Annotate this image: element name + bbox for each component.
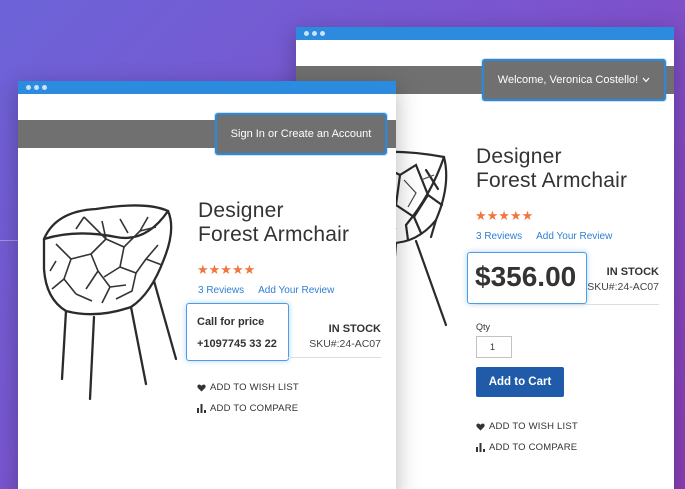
window-dot[interactable]: [312, 31, 317, 36]
welcome-menu[interactable]: Welcome, Veronica Costello!: [482, 59, 666, 101]
titlebar: [18, 81, 396, 94]
add-review-link[interactable]: Add Your Review: [258, 285, 334, 296]
sign-in-link[interactable]: Sign In or Create an Account: [215, 113, 387, 155]
wish-list-label: ADD TO WISH LIST: [210, 382, 299, 393]
reviews-link[interactable]: 3 Reviews: [198, 285, 244, 296]
wish-list-label: ADD TO WISH LIST: [489, 421, 578, 432]
product-title-line2: Forest Armchair: [198, 223, 350, 246]
window-dot[interactable]: [320, 31, 325, 36]
titlebar: [296, 27, 674, 40]
sku: SKU#:24-AC07: [309, 338, 381, 350]
heart-icon: [197, 383, 206, 392]
window-dot[interactable]: [304, 31, 309, 36]
bar-chart-icon: [197, 404, 206, 413]
window-dot[interactable]: [26, 85, 31, 90]
divider: [288, 357, 381, 358]
add-to-wish-list-link[interactable]: ADD TO WISH LIST: [476, 421, 578, 432]
product-title-line2: Forest Armchair: [476, 169, 628, 192]
front-browser-window: Sign In or Create an Account Designer Fo…: [18, 81, 396, 489]
compare-label: ADD TO COMPARE: [210, 403, 299, 414]
heart-icon: [476, 422, 485, 431]
review-links: 3 Reviews Add Your Review: [198, 285, 334, 296]
qty-label: Qty: [476, 322, 491, 332]
add-to-compare-link[interactable]: ADD TO COMPARE: [197, 403, 298, 414]
compare-label: ADD TO COMPARE: [489, 442, 578, 453]
reviews-link[interactable]: 3 Reviews: [476, 231, 522, 242]
divider: [476, 304, 659, 305]
add-to-cart-button[interactable]: Add to Cart: [476, 367, 564, 397]
product-title: Designer Forest Armchair: [476, 145, 627, 193]
product-image[interactable]: [36, 199, 196, 409]
phone-number[interactable]: +1097745 33 22: [197, 338, 277, 350]
call-for-price-label: Call for price: [197, 316, 265, 328]
sku: SKU#:24-AC07: [587, 281, 659, 293]
product-title-line1: Designer: [476, 145, 562, 168]
sign-in-label: Sign In or Create an Account: [230, 128, 372, 140]
rating-stars: ★★★★★: [197, 262, 256, 277]
rating-stars: ★★★★★: [475, 208, 534, 223]
product-title-line1: Designer: [198, 199, 284, 222]
add-to-compare-link[interactable]: ADD TO COMPARE: [476, 442, 577, 453]
add-review-link[interactable]: Add Your Review: [536, 231, 612, 242]
window-dot[interactable]: [42, 85, 47, 90]
qty-input[interactable]: 1: [476, 336, 512, 358]
stock-status: IN STOCK: [328, 323, 381, 335]
product-title: Designer Forest Armchair: [198, 199, 349, 247]
price: $356.00: [475, 261, 577, 292]
chevron-down-icon: [642, 75, 650, 85]
window-dot[interactable]: [34, 85, 39, 90]
welcome-label: Welcome, Veronica Costello!: [497, 74, 639, 86]
call-for-price-box: [186, 303, 289, 361]
stock-status: IN STOCK: [606, 266, 659, 278]
bar-chart-icon: [476, 443, 485, 452]
review-links: 3 Reviews Add Your Review: [476, 231, 612, 242]
add-to-wish-list-link[interactable]: ADD TO WISH LIST: [197, 382, 299, 393]
